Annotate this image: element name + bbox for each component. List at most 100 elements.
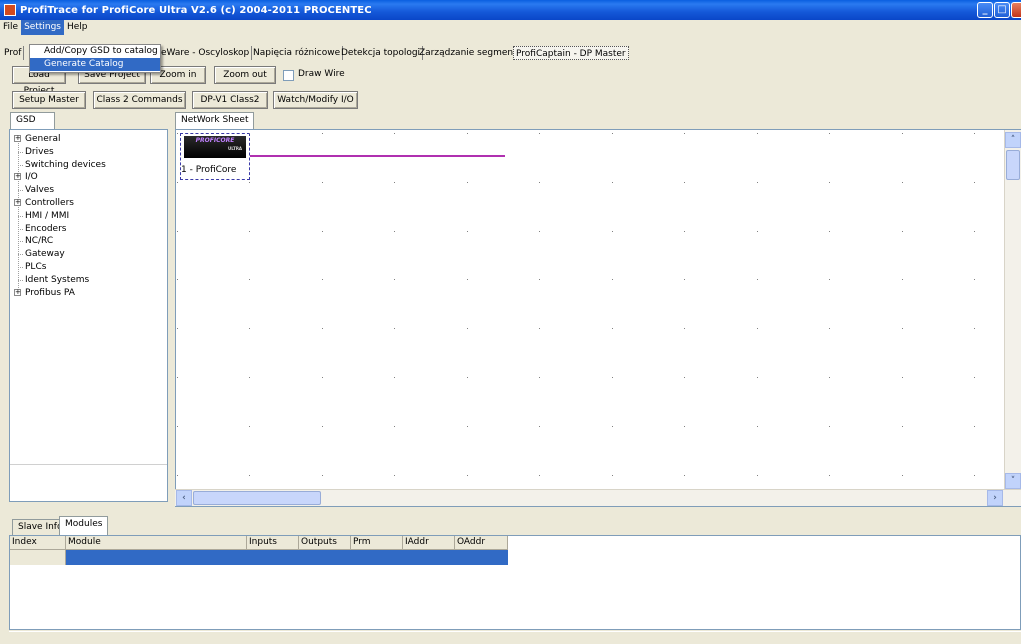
tree-item[interactable]: Ident Systems [25,274,89,286]
tab-modules[interactable]: Modules [59,516,109,535]
grid-dot [539,279,540,280]
grid-dot [177,377,178,378]
proficore-logo: PROFICORE ULTRA [184,136,246,158]
tab-gsd[interactable]: GSD [10,112,55,129]
grid-dot [612,475,613,476]
column-prm[interactable]: Prm [351,536,403,550]
tree-item[interactable]: Switching devices [25,159,106,171]
gsd-catalog-tree[interactable]: + General Drives Switching devices + I/O Valve… [9,129,168,502]
tree-item[interactable]: I/O [25,171,38,183]
column-iaddr[interactable]: IAddr [403,536,455,550]
expand-icon[interactable]: + [14,199,21,206]
grid-dot [974,279,975,280]
table-row[interactable] [10,550,508,565]
menu-file[interactable]: File [0,20,21,35]
grid-dot [829,426,830,427]
menu-item-add-copy-gsd[interactable]: Add/Copy GSD to catalog [30,45,160,58]
class2-commands-button[interactable]: Class 2 Commands [93,91,186,109]
grid-dot [539,182,540,183]
profibus-wire[interactable] [250,155,505,157]
menu-settings[interactable]: Settings [21,20,64,35]
tree-item[interactable]: PLCs [25,261,46,273]
expand-icon[interactable]: + [14,173,21,181]
grid-dot [684,182,685,183]
tree-connector [18,140,19,294]
expand-icon[interactable]: + [14,135,21,142]
grid-dot [177,475,178,476]
tab-network-sheet[interactable]: NetWork Sheet [175,112,255,129]
watch-modify-io-button[interactable]: Watch/Modify I/O [273,91,358,109]
minimize-button[interactable]: _ [977,2,993,18]
grid-dot [177,328,178,329]
grid-dot [612,279,613,280]
expand-icon[interactable]: + [14,288,21,296]
grid-dot [394,328,395,329]
setup-master-button[interactable]: Setup Master [12,91,86,109]
draw-wire-checkbox[interactable] [283,70,294,81]
grid-dot [394,426,395,427]
column-index[interactable]: Index [10,536,66,550]
grid-dot [249,182,250,183]
column-outputs[interactable]: Outputs [299,536,351,550]
grid-dot [322,426,323,427]
scroll-down-icon[interactable]: ˅ [1005,473,1021,489]
column-module[interactable]: Module [66,536,247,550]
column-inputs[interactable]: Inputs [247,536,299,550]
tree-item[interactable]: General [25,133,60,145]
tree-item[interactable]: Encoders [25,223,66,235]
tree-item[interactable]: HMI / MMI [25,210,69,222]
proficore-node[interactable]: PROFICORE ULTRA 1 - ProfiCore [180,133,250,180]
grid-dot [177,133,178,134]
scroll-left-icon[interactable]: ‹ [176,490,192,506]
close-button[interactable] [1011,2,1021,18]
modules-table[interactable]: Index Module Inputs Outputs Prm IAddr OA… [9,535,1021,630]
grid-dot [902,133,903,134]
tree-connector [18,151,23,153]
column-oaddr[interactable]: OAddr [455,536,508,550]
grid-dot [539,475,540,476]
grid-dot [829,182,830,183]
menu-item-generate-catalog[interactable]: Generate Catalog [30,58,160,71]
dpv1-class2-button[interactable]: DP-V1 Class2 [192,91,268,109]
network-sheet-canvas[interactable]: PROFICORE ULTRA 1 - ProfiCore [175,129,1021,507]
tree-item[interactable]: Drives [25,146,54,158]
grid-dot [612,182,613,183]
vertical-scrollbar[interactable]: ˄ ˅ [1004,130,1021,489]
grid-dot [612,426,613,427]
grid-dot [467,231,468,232]
vertical-scroll-thumb[interactable] [1006,150,1020,180]
grid-dot [974,231,975,232]
status-bar [9,631,1021,644]
tab-differential-voltages[interactable]: Napięcia różnicowe [251,46,344,60]
scroll-up-icon[interactable]: ˄ [1005,132,1021,148]
grid-dot [249,377,250,378]
tab-proficaptain-dp-master[interactable]: ProfiCaptain - DP Master [513,46,629,60]
tree-connector [18,215,23,217]
grid-dot [829,475,830,476]
tree-item[interactable]: Gateway [25,248,65,260]
logo-text: PROFICORE [195,137,235,144]
maximize-button[interactable]: □ [994,2,1010,18]
tree-connector [18,190,23,192]
tab-profitrace[interactable]: Prof [2,46,25,60]
horizontal-scroll-thumb[interactable] [193,491,321,505]
tree-item[interactable]: Controllers [25,197,74,209]
tree-item[interactable]: Valves [25,184,54,196]
grid-dot [974,475,975,476]
tab-scopeware[interactable]: eWare - Oscyloskop [159,46,253,60]
horizontal-scrollbar[interactable]: ‹ › [175,489,1021,506]
tab-topology-detection[interactable]: Detekcja topologi [339,46,424,60]
grid-dot [684,231,685,232]
tree-item[interactable]: Profibus PA [25,287,75,299]
tree-item[interactable]: NC/RC [25,235,53,247]
scroll-right-icon[interactable]: › [987,490,1003,506]
grid-dot [974,377,975,378]
grid-dot [757,133,758,134]
zoom-out-button[interactable]: Zoom out [214,66,276,84]
grid-dot [757,426,758,427]
grid-dot [612,231,613,232]
grid-dot [322,279,323,280]
grid-dot [322,475,323,476]
menu-help[interactable]: Help [64,20,91,35]
grid-dot [974,133,975,134]
